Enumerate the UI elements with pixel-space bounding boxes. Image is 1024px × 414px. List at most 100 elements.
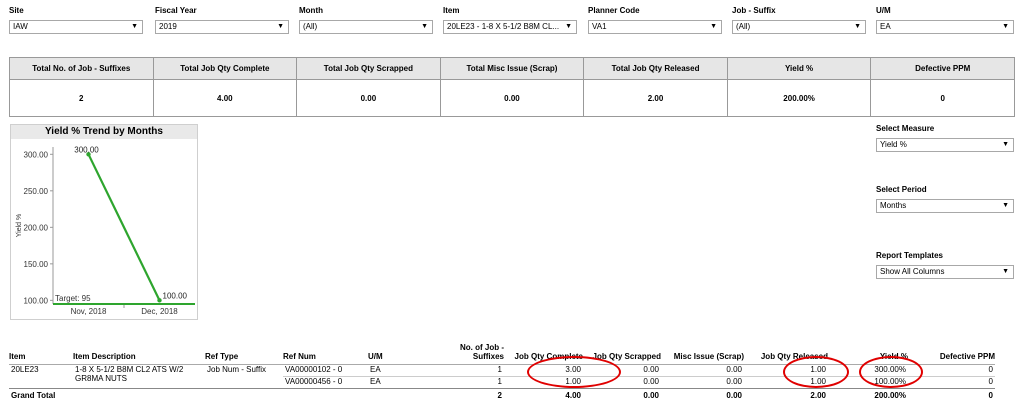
site-label: Site [9, 6, 24, 15]
item-select[interactable]: 20LE23 - 1-8 X 5-1/2 B8M CL... ▼ [443, 20, 577, 34]
kpi-header: Total Job Qty Released [583, 57, 728, 80]
grand-total-label: Grand Total [9, 387, 428, 402]
kpi-header: Total Misc Issue (Scrap) [439, 57, 585, 80]
col-header-ref-type[interactable]: Ref Type [205, 336, 283, 364]
report-templates-dropdown[interactable]: Show All Columns ▼ [876, 265, 1014, 279]
site-value: IAW [13, 22, 28, 31]
y-tick-label: 200.00 [24, 223, 49, 232]
total-qty-released: 2.00 [744, 387, 828, 402]
y-axis-label: Yield % [16, 214, 23, 237]
col-header-ref-num[interactable]: Ref Num [283, 336, 368, 364]
annotation-circle-qty-released [783, 356, 849, 388]
month-select[interactable]: (All) ▼ [299, 20, 433, 34]
kpi-header: Defective PPM [870, 57, 1015, 80]
item-value: 20LE23 - 1-8 X 5-1/2 B8M CL... [447, 22, 560, 31]
total-qty-complete: 4.00 [504, 387, 583, 402]
col-header-defective-ppm[interactable]: Defective PPM [908, 336, 995, 364]
job-suffix-select[interactable]: (All) ▼ [732, 20, 866, 34]
job-suffix-label: Job - Suffix [732, 6, 776, 15]
fiscal-year-filter: Fiscal Year 2019 ▼ [155, 6, 289, 34]
chart-title: Yield % Trend by Months [11, 125, 197, 139]
month-filter: Month (All) ▼ [299, 6, 433, 34]
y-tick-label: 300.00 [24, 150, 49, 159]
cell-ref-num: VA00000456 - 0 [283, 375, 368, 388]
kpi-value: 0.00 [296, 79, 441, 117]
um-label: U/M [876, 6, 891, 15]
site-filter: Site IAW ▼ [9, 6, 143, 34]
dropdown-arrow-icon: ▼ [1002, 202, 1009, 209]
grand-total-row: Grand Total 2 4.00 0.00 0.00 2.00 200.00… [9, 387, 995, 402]
report-templates-group: Report Templates Show All Columns ▼ [876, 251, 1014, 279]
yield-series-line [87, 153, 161, 301]
annotation-circle-yield [859, 356, 923, 388]
total-yield: 200.00% [828, 387, 908, 402]
planner-code-value: VA1 [592, 22, 607, 31]
kpi-value: 0 [870, 79, 1015, 117]
yield-trend-chart: Yield % Trend by Months 300.00 250.00 200.… [10, 124, 198, 320]
data-label: 300.00 [74, 145, 99, 154]
dropdown-arrow-icon: ▼ [131, 23, 138, 30]
kpi-value: 0.00 [439, 79, 585, 117]
y-tick-label: 150.00 [24, 260, 49, 269]
dropdown-arrow-icon: ▼ [710, 23, 717, 30]
cell-item-description: 1-8 X 5-1/2 B8M CL2 ATS W/2 GR8MA NUTS [73, 363, 205, 388]
planner-code-label: Planner Code [588, 6, 640, 15]
fiscal-year-select[interactable]: 2019 ▼ [155, 20, 289, 34]
kpi-header: Total Job Qty Scrapped [296, 57, 441, 80]
total-qty-scrapped: 0.00 [583, 387, 661, 402]
total-defective-ppm: 0 [908, 387, 995, 402]
cell-item: 20LE23 [9, 363, 73, 388]
kpi-value: 2 [9, 79, 154, 117]
target-label: Target: 95 [55, 294, 91, 303]
kpi-value: 2.00 [583, 79, 728, 117]
kpi-header: Total No. of Job - Suffixes [9, 57, 154, 80]
cell-misc-issue: 0.00 [661, 375, 744, 388]
cell-jobs: 1 [428, 363, 504, 376]
month-value: (All) [303, 22, 318, 31]
um-value: EA [880, 22, 891, 31]
dropdown-arrow-icon: ▼ [854, 23, 861, 30]
select-measure-dropdown[interactable]: Yield % ▼ [876, 138, 1014, 152]
site-select[interactable]: IAW ▼ [9, 20, 143, 34]
dropdown-arrow-icon: ▼ [565, 23, 572, 30]
kpi-header-row: Total No. of Job - Suffixes Total Job Qt… [9, 57, 1015, 80]
report-templates-value: Show All Columns [880, 267, 945, 276]
col-header-item-description[interactable]: Item Description [73, 336, 205, 364]
dropdown-arrow-icon: ▼ [421, 23, 428, 30]
cell-ref-num: VA00000102 - 0 [283, 363, 368, 376]
col-header-misc-issue[interactable]: Misc Issue (Scrap) [661, 336, 744, 364]
col-header-um[interactable]: U/M [368, 336, 428, 364]
total-misc-issue: 0.00 [661, 387, 744, 402]
select-period-value: Months [880, 201, 907, 210]
kpi-header: Yield % [726, 57, 872, 80]
col-header-jobs[interactable]: No. of Job - Suffixes [428, 336, 504, 364]
kpi-value: 200.00% [726, 79, 872, 117]
cell-defective-ppm: 0 [908, 375, 995, 388]
job-suffix-filter: Job - Suffix (All) ▼ [732, 6, 866, 34]
kpi-value-row: 2 4.00 0.00 0.00 2.00 200.00% 0 [9, 79, 1015, 117]
annotation-circle-qty-complete [527, 356, 621, 388]
select-measure-value: Yield % [880, 140, 907, 149]
planner-code-filter: Planner Code VA1 ▼ [588, 6, 722, 34]
select-period-label: Select Period [876, 185, 927, 194]
grid-header-row: Item Item Description Ref Type Ref Num U… [9, 336, 995, 364]
select-period-group: Select Period Months ▼ [876, 185, 1014, 213]
y-tick-label: 100.00 [24, 296, 49, 305]
cell-um: EA [368, 363, 428, 376]
report-templates-label: Report Templates [876, 251, 943, 260]
job-suffix-value: (All) [736, 22, 751, 31]
item-label: Item [443, 6, 460, 15]
col-header-item[interactable]: Item [9, 336, 73, 364]
y-tick-label: 250.00 [24, 187, 49, 196]
um-select[interactable]: EA ▼ [876, 20, 1014, 34]
cell-um: EA [368, 375, 428, 388]
select-period-dropdown[interactable]: Months ▼ [876, 199, 1014, 213]
data-label: 100.00 [163, 291, 188, 300]
select-measure-group: Select Measure Yield % ▼ [876, 124, 1014, 152]
dropdown-arrow-icon: ▼ [277, 23, 284, 30]
fiscal-year-value: 2019 [159, 22, 177, 31]
planner-code-select[interactable]: VA1 ▼ [588, 20, 722, 34]
cell-misc-issue: 0.00 [661, 363, 744, 376]
x-tick-label: Dec, 2018 [141, 307, 178, 316]
dropdown-arrow-icon: ▼ [1002, 268, 1009, 275]
